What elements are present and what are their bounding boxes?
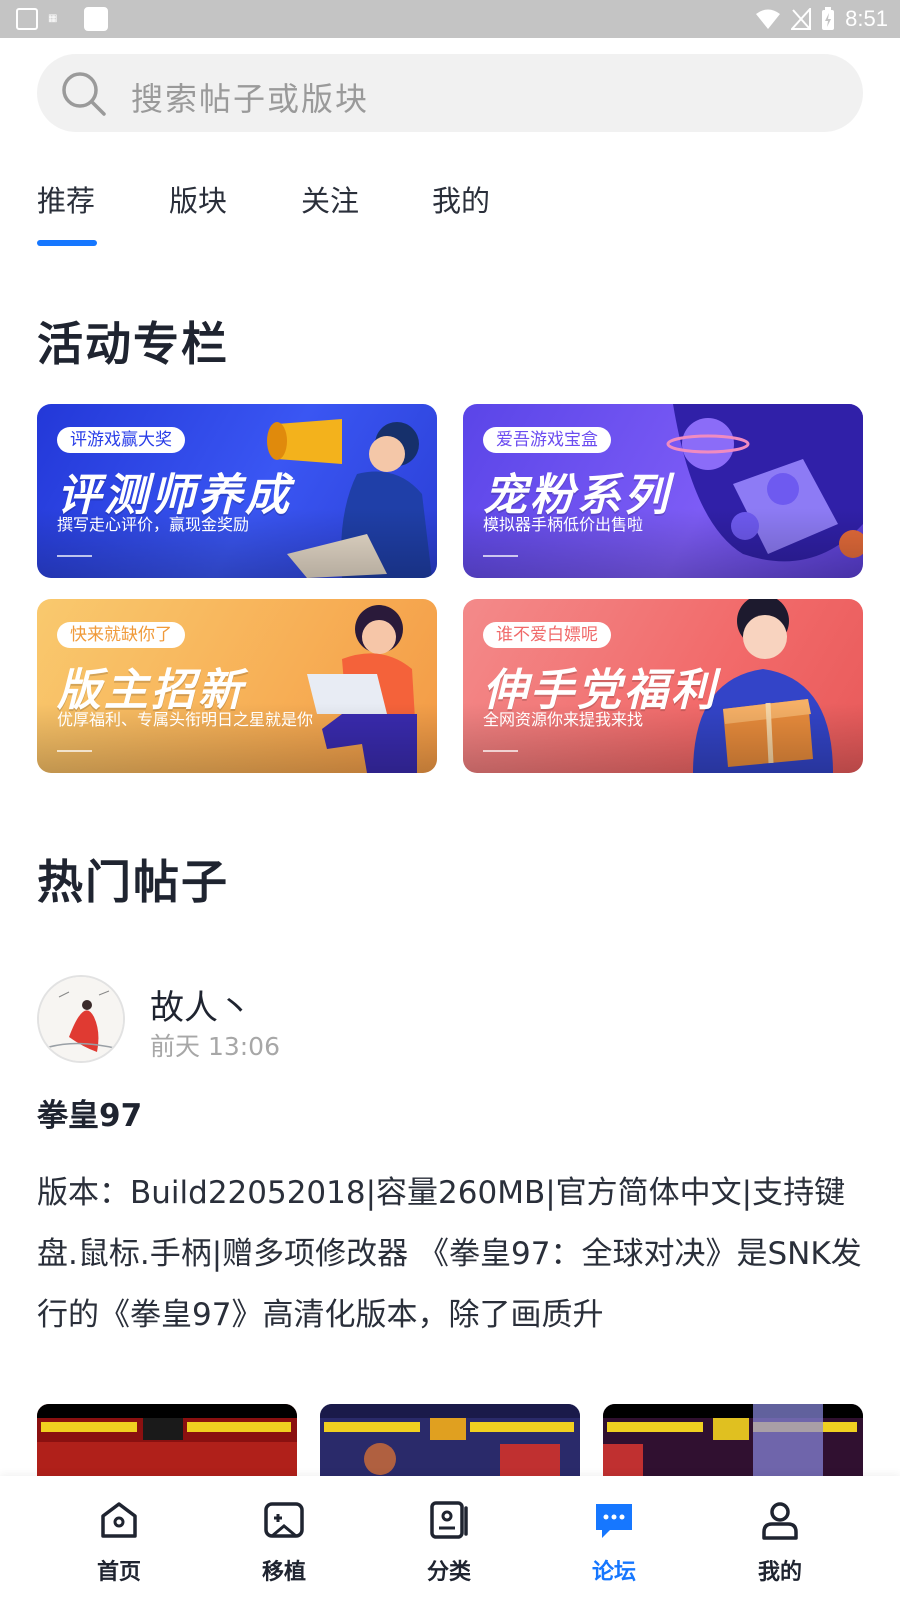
no-signal-icon	[791, 8, 812, 30]
nav-mine[interactable]: 我的	[720, 1476, 840, 1600]
clock: 8:51	[845, 6, 888, 31]
banner-tag: 评游戏赢大奖	[57, 427, 185, 453]
banner-tag: 谁不爱白嫖呢	[483, 622, 611, 648]
banner-subtitle: 优厚福利、专属头衔明日之星就是你	[57, 710, 314, 729]
banner-divider	[57, 555, 92, 557]
category-icon	[430, 1501, 468, 1539]
battery-icon	[822, 7, 835, 30]
post-title[interactable]: 拳皇97	[37, 1090, 142, 1135]
forum-icon	[596, 1504, 632, 1538]
post-time: 前天 13:06	[150, 1032, 280, 1061]
banner-tag: 快来就缺你了	[57, 622, 185, 648]
avatar-image	[39, 977, 123, 1061]
nav-category[interactable]: 分类	[389, 1476, 509, 1600]
banner-tag: 爱吾游戏宝盒	[483, 427, 611, 453]
nav-home[interactable]: 首页	[59, 1476, 179, 1600]
banner-moderator-recruit[interactable]: 快来就缺你了 版主招新 优厚福利、专属头衔明日之星就是你	[37, 599, 437, 773]
post-image-3[interactable]	[603, 1404, 863, 1476]
banner-divider	[483, 555, 518, 557]
tab-mine[interactable]: 我的	[432, 178, 490, 220]
notification-icon: ▦	[48, 13, 58, 24]
post-image-1[interactable]	[37, 1404, 297, 1476]
banner-subtitle: 模拟器手柄低价出售啦	[483, 515, 644, 534]
gallery-icon	[16, 8, 38, 30]
nav-port-label: 移植	[261, 1560, 306, 1585]
banner-reviewer[interactable]: 评游戏赢大奖 评测师养成 撰写走心评价，赢现金奖励	[37, 404, 437, 578]
banner-divider	[57, 750, 92, 752]
wifi-icon	[756, 9, 781, 29]
post-image-2[interactable]	[320, 1404, 580, 1476]
active-tab-indicator	[37, 240, 97, 246]
app-icon	[84, 7, 108, 31]
avatar[interactable]	[37, 975, 125, 1063]
nav-forum[interactable]: 论坛	[554, 1476, 674, 1600]
tab-recommend[interactable]: 推荐	[37, 178, 95, 220]
nav-port[interactable]: 移植	[224, 1476, 344, 1600]
nav-forum-label: 论坛	[591, 1560, 636, 1585]
search-placeholder: 搜索帖子或版块	[131, 80, 370, 118]
banner-subtitle: 撰写走心评价，赢现金奖励	[57, 515, 250, 534]
post-author[interactable]: 故人丶	[150, 980, 252, 1029]
banner-divider	[483, 750, 518, 752]
post-body[interactable]: 版本：Build22052018|容量260MB|官方简体中文|支持键盘.鼠标.…	[37, 1163, 867, 1346]
tab-sections[interactable]: 版块	[169, 178, 227, 220]
banner-subtitle: 全网资源你来提我来找	[483, 710, 644, 729]
banner-freebie-welfare[interactable]: 谁不爱白嫖呢 伸手党福利 全网资源你来提我来找	[463, 599, 863, 773]
bottom-nav: 首页 移植 分类 论坛 我的	[0, 1476, 900, 1600]
banner-fan-series[interactable]: 爱吾游戏宝盒 宠粉系列 模拟器手柄低价出售啦	[463, 404, 863, 578]
section-title-activities: 活动专栏	[37, 317, 229, 371]
gamepad-icon	[264, 1502, 304, 1538]
tab-following[interactable]: 关注	[301, 178, 359, 220]
search-input[interactable]: 搜索帖子或版块	[37, 54, 863, 132]
search-icon	[62, 72, 106, 116]
nav-category-label: 分类	[426, 1560, 471, 1585]
status-bar: ▦ 8:51	[0, 0, 900, 38]
home-icon	[101, 1502, 137, 1538]
section-title-hot-posts: 热门帖子	[37, 855, 229, 909]
user-icon	[762, 1502, 798, 1540]
nav-home-label: 首页	[96, 1560, 141, 1585]
nav-mine-label: 我的	[757, 1560, 802, 1585]
